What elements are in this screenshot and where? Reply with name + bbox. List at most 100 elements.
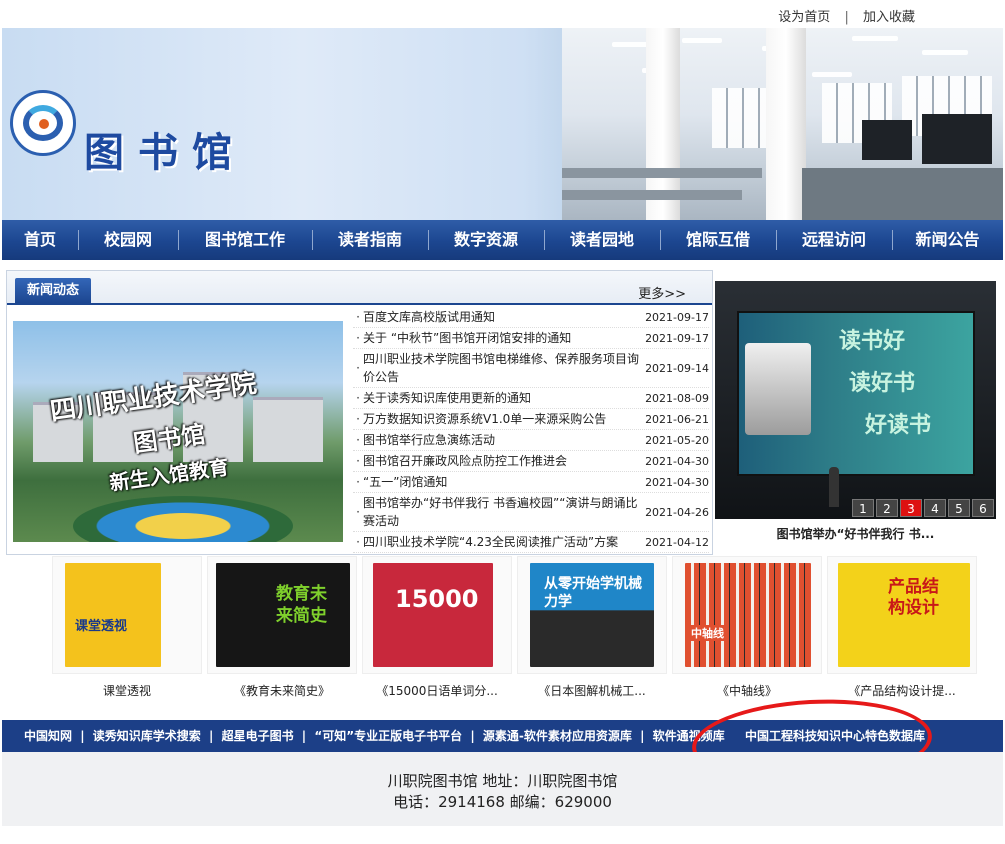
slide-page-button[interactable]: 4 (924, 499, 946, 517)
portrait-photo (745, 343, 811, 435)
slide-page-button[interactable]: 1 (852, 499, 874, 517)
news-title[interactable]: 关于 “中秋节”图书馆开闭馆安排的通知 (363, 328, 639, 348)
news-item[interactable]: · 图书馆召开廉政风险点防控工作推进会 2021-04-30 (353, 451, 709, 472)
news-title[interactable]: 万方数据知识资源系统V1.0单一来源采购公告 (363, 409, 639, 429)
slide-text-1: 读书好 (839, 328, 906, 354)
news-item[interactable]: · 四川职业技术学院图书馆电梯维修、保养服务项目询价公告 2021-09-14 (353, 349, 709, 388)
link-separator: | (640, 729, 645, 743)
header-banner: 图书馆 (2, 28, 1003, 220)
news-more-link[interactable]: 更多>> (638, 283, 686, 302)
book-title[interactable]: 《中轴线》 (672, 682, 822, 699)
slide-image: 读书好 读好书 好读书 (737, 311, 975, 476)
news-title[interactable]: 百度文库高校版试用通知 (363, 307, 639, 327)
news-item[interactable]: · 关于读秀知识库使用更新的通知 2021-08-09 (353, 388, 709, 409)
slide-text-2: 读好书 (849, 370, 916, 396)
link-cnki[interactable]: 中国知网 (24, 720, 72, 752)
book-cover[interactable]: 中轴线 (685, 563, 811, 667)
news-title[interactable]: 四川职业技术学院“4.23全民阅读推广活动”方案 (363, 532, 639, 552)
news-title[interactable]: 关于读秀知识库使用更新的通知 (363, 388, 639, 408)
nav-home[interactable]: 首页 (2, 220, 78, 260)
book-cover[interactable]: 课堂透视 (65, 563, 161, 667)
news-date: 2021-08-09 (645, 391, 709, 405)
new-books-carousel: 课堂透视 课堂透视 教育未来简史 《教育未来简史》 15000 《15000日语… (52, 556, 977, 706)
nav-library-work[interactable]: 图书馆工作 (178, 220, 312, 260)
book-cover[interactable]: 15000 (373, 563, 493, 667)
link-yuansutong[interactable]: 源素通-软件素材应用资源库 (483, 720, 632, 752)
news-date: 2021-09-17 (645, 331, 709, 345)
news-title[interactable]: 四川职业技术学院图书馆电梯维修、保养服务项目询价公告 (363, 349, 639, 387)
slideshow-pager: 1 2 3 4 5 6 (850, 499, 994, 517)
news-title[interactable]: 图书馆举办“好书伴我行 书香遍校园”“演讲与朗诵比赛活动 (363, 493, 639, 531)
news-item[interactable]: · 百度文库高校版试用通知 2021-09-17 (353, 307, 709, 328)
news-item[interactable]: · 四川职业技术学院“4.23全民阅读推广活动”方案 2021-04-12 (353, 532, 709, 553)
book-title[interactable]: 课堂透视 (52, 682, 202, 699)
news-date: 2021-05-20 (645, 433, 709, 447)
news-list: · 百度文库高校版试用通知 2021-09-17 · 关于 “中秋节”图书馆开闭馆安排… (353, 307, 709, 553)
news-tab[interactable]: 新闻动态 (15, 278, 92, 303)
slideshow-caption[interactable]: 图书馆举办“好书伴我行 书... (715, 525, 996, 542)
book-title[interactable]: 《15000日语单词分... (362, 682, 512, 699)
add-favorite-link[interactable]: 加入收藏 (863, 6, 915, 25)
slide-page-button[interactable]: 5 (948, 499, 970, 517)
footer-address: 川职院图书馆 地址：川职院图书馆 (387, 772, 618, 790)
book-cover[interactable]: 产品结构设计 (838, 563, 970, 667)
news-date: 2021-04-30 (645, 475, 709, 489)
link-keyzhi[interactable]: “可知”专业正版电子书平台 (314, 720, 462, 752)
nav-remote-access[interactable]: 远程访问 (776, 220, 892, 260)
speaker-figure (829, 467, 839, 507)
news-date: 2021-09-14 (645, 361, 709, 375)
set-homepage-link[interactable]: 设为首页 (778, 6, 830, 25)
nav-reader-guide[interactable]: 读者指南 (312, 220, 428, 260)
main-nav: 首页 校园网 图书馆工作 读者指南 数字资源 读者园地 馆际互借 远程访问 新闻… (2, 220, 1003, 260)
book-card[interactable]: 从零开始学机械力学 《日本图解机械工... (517, 556, 667, 706)
slide-page-button[interactable]: 6 (972, 499, 994, 517)
book-card[interactable]: 产品结构设计 《产品结构设计提... (827, 556, 977, 706)
news-date: 2021-04-26 (645, 505, 709, 519)
link-separator: | (301, 729, 307, 743)
link-separator: | (208, 729, 214, 743)
slide-page-button-active[interactable]: 3 (900, 499, 922, 517)
nav-announcements[interactable]: 新闻公告 (892, 220, 1003, 260)
news-date: 2021-04-12 (645, 535, 709, 549)
book-title[interactable]: 《日本图解机械工... (517, 682, 667, 699)
news-date: 2021-04-30 (645, 454, 709, 468)
link-separator: | (80, 729, 85, 743)
link-separator: | (470, 729, 475, 743)
library-title: 图书馆 (84, 129, 246, 176)
book-title[interactable]: 《产品结构设计提... (827, 682, 977, 699)
book-title[interactable]: 《教育未来简史》 (207, 682, 357, 699)
news-header: 新闻动态 更多>> (7, 271, 712, 305)
book-cover[interactable]: 从零开始学机械力学 (530, 563, 654, 667)
link-duxiu[interactable]: 读秀知识库学术搜索 (93, 720, 201, 752)
slide-page-button[interactable]: 2 (876, 499, 898, 517)
news-item[interactable]: · 万方数据知识资源系统V1.0单一来源采购公告 2021-06-21 (353, 409, 709, 430)
news-date: 2021-06-21 (645, 412, 709, 426)
news-title[interactable]: 图书馆召开廉政风险点防控工作推进会 (363, 451, 639, 471)
news-item[interactable]: · 关于 “中秋节”图书馆开闭馆安排的通知 2021-09-17 (353, 328, 709, 349)
news-title[interactable]: “五一”闭馆通知 (363, 472, 639, 492)
news-item[interactable]: · “五一”闭馆通知 2021-04-30 (353, 472, 709, 493)
slide-text-3: 好读书 (865, 412, 932, 438)
slideshow[interactable]: 读书好 读好书 好读书 1 2 3 4 5 6 (715, 281, 996, 519)
nav-reader-garden[interactable]: 读者园地 (544, 220, 660, 260)
footer-contact: 电话：2914168 邮编：629000 (393, 793, 612, 811)
nav-digital-resources[interactable]: 数字资源 (428, 220, 544, 260)
news-title[interactable]: 图书馆举行应急演练活动 (363, 430, 639, 450)
library-interior-photo (562, 28, 1003, 220)
book-cover[interactable]: 教育未来简史 (216, 563, 350, 667)
nav-interlibrary-loan[interactable]: 馆际互借 (660, 220, 776, 260)
top-links-separator: | (844, 10, 849, 25)
book-card[interactable]: 教育未来简史 《教育未来简史》 (207, 556, 357, 706)
book-card[interactable]: 课堂透视 课堂透视 (52, 556, 202, 706)
nav-campus[interactable]: 校园网 (78, 220, 178, 260)
news-photo[interactable]: 四川职业技术学院 图书馆 新生入馆教育 (13, 321, 343, 542)
link-chaoxing[interactable]: 超星电子图书 (222, 720, 294, 752)
news-item[interactable]: · 图书馆举行应急演练活动 2021-05-20 (353, 430, 709, 451)
book-card[interactable]: 15000 《15000日语单词分... (362, 556, 512, 706)
book-card[interactable]: 中轴线 《中轴线》 (672, 556, 822, 706)
news-date: 2021-09-17 (645, 310, 709, 324)
school-emblem-icon (10, 90, 76, 156)
top-links: 设为首页 | 加入收藏 (778, 6, 915, 25)
news-panel: 新闻动态 更多>> 四川职业技术学院 图书馆 新生入馆教育 · 百度文库高校版试用… (6, 270, 713, 555)
news-item[interactable]: · 图书馆举办“好书伴我行 书香遍校园”“演讲与朗诵比赛活动 2021-04-26 (353, 493, 709, 532)
